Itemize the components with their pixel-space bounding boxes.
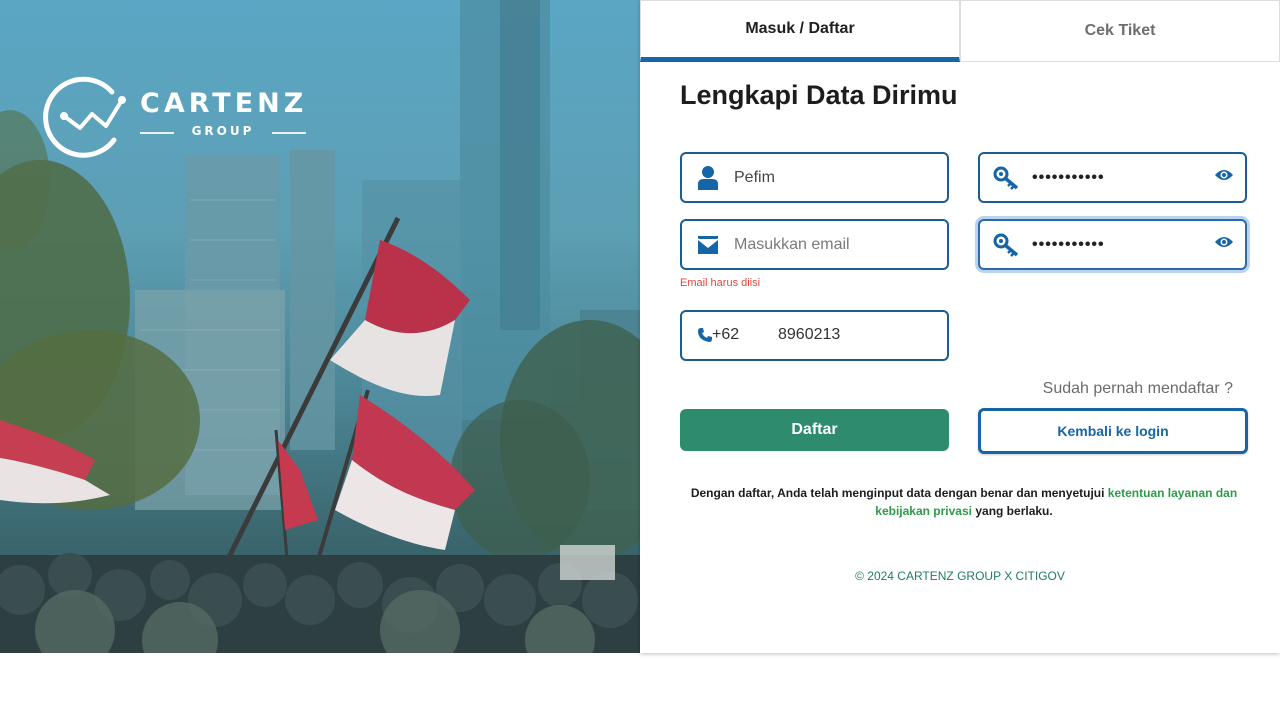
key-icon <box>980 166 1032 190</box>
cartenz-logo-icon <box>43 76 126 158</box>
tab-cek-tiket[interactable]: Cek Tiket <box>960 0 1280 62</box>
phone-prefix: +62 <box>698 326 739 344</box>
hero-image: CARTENZ GROUP <box>0 0 640 653</box>
password-mask: ••••••••••• <box>1032 168 1105 186</box>
tab-masuk-daftar[interactable]: Masuk / Daftar <box>640 0 960 62</box>
footer-copyright: © 2024 CARTENZ GROUP X CITIGOV <box>855 569 1065 583</box>
phone-icon <box>698 328 712 342</box>
password-field[interactable]: ••••••••••• <box>978 152 1247 203</box>
phone-field[interactable]: +62 8960213 <box>680 310 949 361</box>
form-title: Lengkapi Data Dirimu <box>680 80 958 110</box>
envelope-icon <box>682 235 734 254</box>
already-registered-text: Sudah pernah mendaftar ? <box>1042 380 1233 397</box>
name-value: Pefim <box>734 168 775 186</box>
auth-panel: Masuk / Daftar Cek Tiket Lengkapi Data D… <box>640 0 1280 653</box>
brand-logo: CARTENZ GROUP <box>42 70 312 162</box>
confirm-password-mask: ••••••••••• <box>1032 235 1105 253</box>
user-icon <box>682 165 734 190</box>
brand-subtitle: GROUP <box>140 124 306 138</box>
terms-of-service-link[interactable]: ketentuan layanan dan <box>1108 486 1237 500</box>
brand-name: CARTENZ <box>140 88 308 119</box>
back-to-login-button[interactable]: Kembali ke login <box>978 408 1248 454</box>
confirm-password-field[interactable]: ••••••••••• <box>978 219 1247 270</box>
auth-tabs: Masuk / Daftar Cek Tiket <box>640 0 1280 62</box>
eye-icon[interactable] <box>1215 235 1233 254</box>
email-field[interactable]: Masukkan email <box>680 219 949 270</box>
email-error-message: Email harus diisi <box>680 277 761 289</box>
privacy-policy-link[interactable]: kebijakan privasi <box>875 504 972 518</box>
phone-prefix-code: +62 <box>712 326 740 343</box>
terms-prefix: Dengan daftar, Anda telah menginput data… <box>690 486 1105 500</box>
register-button[interactable]: Daftar <box>680 409 949 451</box>
email-placeholder: Masukkan email <box>734 235 850 253</box>
phone-value: 8960213 <box>778 326 841 343</box>
eye-icon[interactable] <box>1215 168 1233 187</box>
key-icon <box>980 233 1032 257</box>
terms-suffix: yang berlaku. <box>975 504 1053 518</box>
name-field[interactable]: Pefim <box>680 152 949 203</box>
terms-text: Dengan daftar, Anda telah menginput data… <box>680 484 1248 520</box>
